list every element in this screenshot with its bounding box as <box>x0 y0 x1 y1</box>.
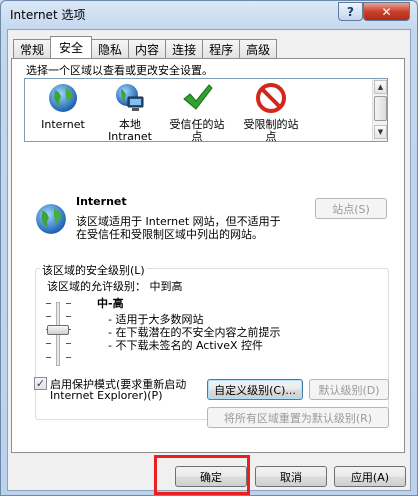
scroll-thumb[interactable] <box>374 96 387 121</box>
protected-mode-checkbox[interactable]: ✓ <box>34 377 47 390</box>
security-level-point-3: - 不下载未签名的 ActiveX 控件 <box>108 339 264 352</box>
tab-strip: 常规 安全 隐私 内容 连接 程序 高级 <box>13 36 278 58</box>
slider-tick <box>46 303 51 304</box>
zone-list: Internet 本地 Intranet 受信任的站 点 受限制的站 点 ▲ ▼ <box>24 78 388 143</box>
check-icon <box>183 84 213 110</box>
selected-zone-title: Internet <box>76 195 127 208</box>
title-bar[interactable]: Internet 选项 ? ✕ <box>1 1 417 27</box>
slider-tick <box>66 357 71 358</box>
zone-restricted-sites[interactable]: 受限制的站 点 <box>231 82 311 143</box>
apply-button[interactable]: 应用(A) <box>334 466 406 487</box>
slider-tick <box>46 357 51 358</box>
default-level-button[interactable]: 默认级别(D) <box>309 379 389 400</box>
security-level-slider-thumb[interactable] <box>47 325 69 335</box>
tab-privacy[interactable]: 隐私 <box>91 39 130 58</box>
checkbox-check-icon: ✓ <box>35 377 46 390</box>
globe-icon <box>49 84 77 112</box>
selected-zone-globe-icon <box>36 204 66 234</box>
restricted-icon <box>256 83 286 113</box>
help-icon: ? <box>347 4 354 19</box>
slider-tick <box>66 343 71 344</box>
zone-trusted-label-line2: 点 <box>191 130 203 143</box>
tab-general[interactable]: 常规 <box>13 39 52 58</box>
intranet-icon <box>116 84 144 111</box>
close-button[interactable]: ✕ <box>363 2 410 21</box>
tab-connections[interactable]: 连接 <box>165 39 204 58</box>
zone-restricted-label-line2: 点 <box>265 130 277 143</box>
zone-trusted-sites[interactable]: 受信任的站 点 <box>157 82 237 143</box>
protected-mode-label-line2[interactable]: Internet Explorer)(P) <box>50 389 162 402</box>
tab-advanced[interactable]: 高级 <box>239 39 278 58</box>
window-title: Internet 选项 <box>10 8 86 22</box>
allowed-levels-label: 该区域的允许级别： 中到高 <box>47 280 183 293</box>
security-level-group-title: 该区域的安全级别(L) <box>40 262 147 278</box>
dialog-window: Internet 选项 ? ✕ 常规 安全 隐私 内容 连接 程序 高级 选择一… <box>0 0 418 496</box>
slider-tick <box>66 303 71 304</box>
zone-list-scrollbar[interactable]: ▲ ▼ <box>372 79 387 141</box>
selected-zone-desc-line2: 在受信任和受限制区域中列出的网站。 <box>76 228 263 241</box>
cancel-button[interactable]: 取消 <box>255 466 327 487</box>
sites-button[interactable]: 站点(S) <box>315 198 387 219</box>
scroll-up-icon[interactable]: ▲ <box>374 80 387 94</box>
security-level-name: 中-高 <box>97 297 124 310</box>
security-tab-panel: 选择一个区域以查看或更改安全设置。 Internet 本地 Intranet 受… <box>11 58 405 453</box>
slider-tick <box>46 343 51 344</box>
slider-tick <box>66 316 71 317</box>
tab-content[interactable]: 内容 <box>128 39 167 58</box>
custom-level-button[interactable]: 自定义级别(C)... <box>207 379 303 400</box>
help-button[interactable]: ? <box>338 2 363 21</box>
zone-instruction: 选择一个区域以查看或更改安全设置。 <box>26 64 213 77</box>
tab-programs[interactable]: 程序 <box>202 39 241 58</box>
scroll-down-icon[interactable]: ▼ <box>374 125 387 139</box>
slider-tick <box>46 316 51 317</box>
ok-button[interactable]: 确定 <box>175 466 247 487</box>
dialog-client-area: 常规 安全 隐私 内容 连接 程序 高级 选择一个区域以查看或更改安全设置。 I… <box>7 29 411 491</box>
reset-all-zones-button[interactable]: 将所有区域重置为默认级别(R) <box>207 407 389 428</box>
close-icon: ✕ <box>381 4 392 19</box>
tab-security[interactable]: 安全 <box>50 36 93 58</box>
